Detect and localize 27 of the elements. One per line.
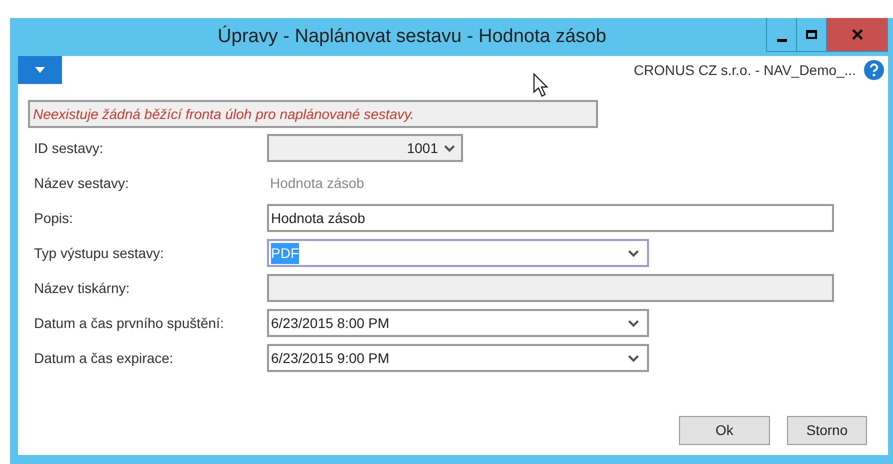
chevron-down-icon [628, 250, 639, 256]
chevron-down-icon [444, 144, 455, 152]
close-button[interactable] [827, 18, 887, 51]
field-value: Hodnota zásob [269, 174, 364, 192]
menu-dropdown-button[interactable] [18, 56, 62, 84]
close-icon [852, 29, 862, 40]
dropdown-field[interactable]: 6/23/2015 9:00 PM [267, 344, 649, 372]
chevron-down-icon [628, 320, 639, 326]
window-title: Úpravy - Naplánovat sestavu - Hodnota zásob [216, 24, 608, 49]
id-dropdown[interactable]: 1001 [267, 134, 463, 162]
mouse-pointer-icon [533, 73, 549, 97]
ok-button[interactable]: Ok [679, 416, 770, 445]
field-label: Popis: [34, 208, 74, 228]
field-label: Název sestavy: [34, 174, 130, 193]
dropdown-field[interactable]: 6/23/2015 8:00 PM [267, 309, 649, 337]
company-name: CRONUS CZ s.r.o. - NAV_Demo_... [634, 60, 856, 80]
field-label: Typ výstupu sestavy: [34, 244, 165, 263]
chevron-down-icon [628, 354, 639, 362]
field-label: Název tiskárny: [34, 278, 131, 298]
cancel-button[interactable]: Storno [787, 416, 867, 445]
text-field[interactable]: Hodnota zásob [267, 204, 834, 232]
caret-icon [35, 67, 45, 73]
field-label: Datum a čas prvního spuštění: [34, 314, 225, 333]
field-label: Datum a čas expirace: [34, 348, 174, 368]
help-icon[interactable] [864, 60, 884, 80]
error-message: Neexistuje žádná běžící fronta úloh pro naplánované sestavy. [28, 100, 598, 128]
field-label: ID sestavy: [34, 138, 104, 158]
